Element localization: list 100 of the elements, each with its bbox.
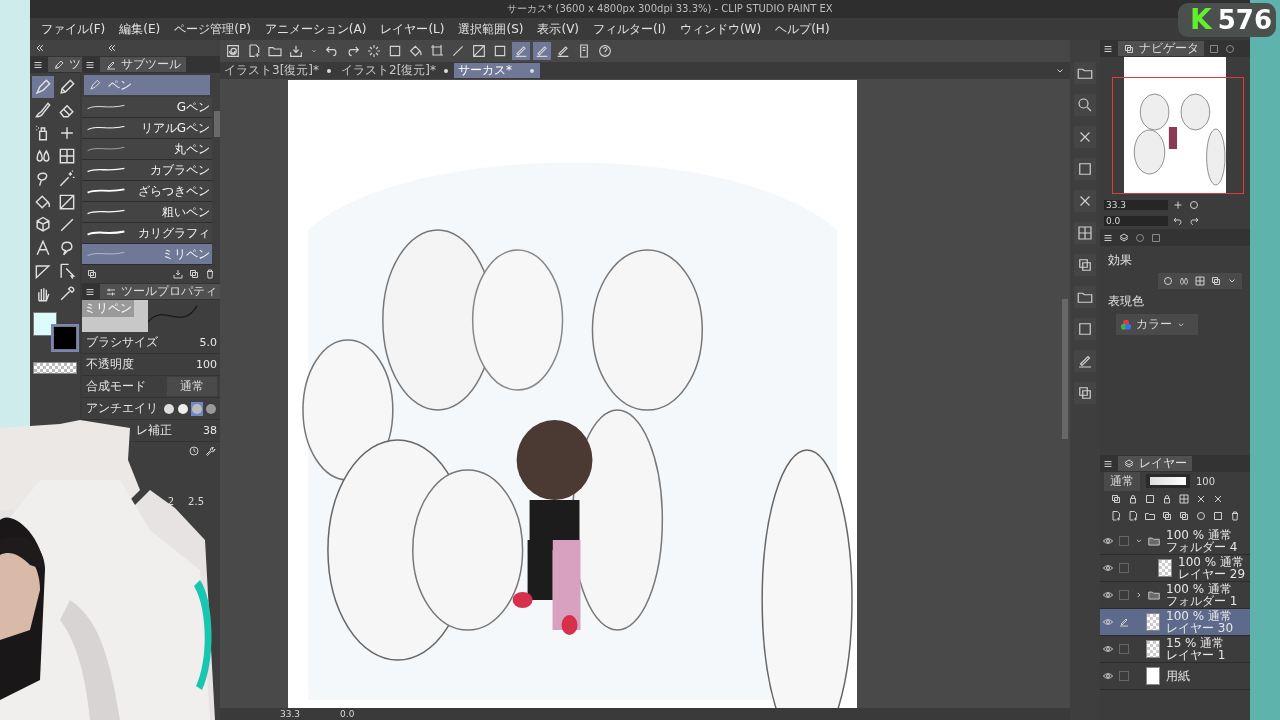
property-label: 合成モード	[86, 378, 146, 395]
checkbox[interactable]	[1119, 536, 1129, 546]
layer-row[interactable]: 用紙	[1100, 663, 1250, 690]
angle-field[interactable]: 0.0	[1104, 216, 1168, 226]
angle-value[interactable]: 0.0	[340, 709, 355, 719]
brush-item[interactable]: カリグラフィ	[82, 223, 212, 244]
new-layer-icon[interactable]	[1110, 509, 1122, 522]
antialias-option[interactable]	[191, 401, 203, 416]
size-preset[interactable]: 2.5	[188, 496, 204, 507]
copy-icon[interactable]	[188, 268, 200, 280]
wrench-icon[interactable]	[204, 445, 216, 457]
grid-icon[interactable]	[1178, 492, 1190, 505]
square-icon[interactable]	[1150, 231, 1162, 244]
document-tab[interactable]: サーカス*	[454, 63, 540, 78]
rotate-icon[interactable]	[1172, 215, 1184, 227]
opacity-slider[interactable]	[1146, 474, 1190, 488]
layer-mode: 100 % 通常	[1166, 610, 1233, 622]
copy-icon	[1123, 42, 1135, 55]
layer-thumbnail	[1146, 613, 1160, 631]
rotate-icon[interactable]	[1188, 215, 1200, 227]
menu-item[interactable]: フィルター(I)	[586, 20, 673, 38]
copy-icon[interactable]	[1178, 509, 1190, 522]
menu-item[interactable]: ヘルプ(H)	[768, 20, 837, 38]
layers-icon[interactable]	[1118, 231, 1130, 244]
eye-icon[interactable]	[1102, 616, 1114, 628]
eye-icon[interactable]	[1102, 562, 1114, 574]
transparent-swatch[interactable]	[33, 362, 77, 374]
effect-buttons[interactable]	[1158, 273, 1242, 289]
menu-item[interactable]: 編集(E)	[112, 20, 168, 38]
app-icon[interactable]	[224, 42, 242, 60]
scrollbar[interactable]	[214, 111, 220, 137]
checkbox[interactable]	[1119, 590, 1129, 600]
eye-icon[interactable]	[1102, 670, 1114, 682]
checkbox[interactable]	[1119, 563, 1129, 573]
layer-row[interactable]: 100 % 通常 レイヤー 30	[1100, 609, 1250, 636]
panel-tab[interactable]: ナビゲータ	[1118, 41, 1204, 56]
square-icon[interactable]	[1208, 42, 1220, 55]
pen-icon[interactable]	[512, 42, 530, 60]
color-mode-dropdown[interactable]: カラー	[1116, 314, 1198, 335]
opacity-field[interactable]: 100	[1196, 475, 1216, 487]
pen-icon	[88, 78, 102, 92]
eye-icon[interactable]	[1102, 535, 1114, 547]
view-frame[interactable]	[1112, 77, 1244, 194]
copy-icon[interactable]	[1110, 492, 1122, 505]
color-swatch[interactable]	[53, 326, 77, 350]
brush-item[interactable]: カブラペン	[82, 160, 212, 181]
panel-tab[interactable]: サブツール	[100, 57, 186, 72]
number-field[interactable]: 5.0	[199, 336, 217, 349]
spinner-icon[interactable]	[365, 42, 383, 60]
new-layer-icon[interactable]	[1127, 509, 1139, 522]
clock-icon[interactable]	[188, 445, 200, 457]
square-icon[interactable]	[1144, 492, 1156, 505]
copy-icon[interactable]	[1161, 509, 1173, 522]
zoom-in-icon[interactable]	[1172, 199, 1184, 211]
brush-item[interactable]: リアルGペン	[82, 118, 212, 139]
menu-item[interactable]: ウィンドウ(W)	[672, 20, 769, 38]
lock-icon[interactable]	[1161, 492, 1173, 505]
menu-item[interactable]: アニメーション(A)	[257, 20, 374, 38]
gradient-icon[interactable]	[470, 42, 488, 60]
menu-item[interactable]: 表示(V)	[530, 20, 587, 38]
brush-item[interactable]: 粗いペン	[82, 202, 212, 223]
menu-item[interactable]: 選択範囲(S)	[451, 20, 531, 38]
number-field[interactable]: 100	[196, 358, 217, 371]
trash-icon[interactable]	[1229, 509, 1241, 522]
document-tab[interactable]: イラスト3[復元]*	[220, 63, 337, 78]
trash-icon[interactable]	[204, 268, 216, 280]
layer-row[interactable]: 100 % 通常 フォルダー 4	[1100, 528, 1250, 555]
layers-icon	[1123, 457, 1135, 470]
checkbox[interactable]	[1119, 671, 1129, 681]
brush-item[interactable]: Gペン	[82, 97, 212, 118]
layer-row[interactable]: 100 % 通常 レイヤー 29	[1100, 555, 1250, 582]
layer-name: 用紙	[1166, 670, 1190, 682]
layer-name: レイヤー 1	[1166, 649, 1226, 661]
menu-item[interactable]: ファイル(F)	[34, 20, 113, 38]
zoom-value[interactable]: 33.3	[280, 709, 301, 719]
lock-icon[interactable]	[1127, 492, 1139, 505]
layer-name: フォルダー 1	[1166, 595, 1238, 607]
layer-row[interactable]: 15 % 通常 レイヤー 1	[1100, 636, 1250, 663]
document-tab[interactable]: イラスト2[復元]*	[337, 63, 454, 78]
eye-icon[interactable]	[1102, 589, 1114, 601]
property-label: アンチエイリ	[86, 400, 158, 417]
brush-item[interactable]: ミリペン	[82, 244, 212, 265]
menu-item[interactable]: ページ管理(P)	[167, 20, 258, 38]
checkbox[interactable]	[1119, 644, 1129, 654]
copy-icon[interactable]	[86, 268, 98, 280]
zoom-field[interactable]: 33.3	[1104, 200, 1168, 210]
eye-icon[interactable]	[1102, 643, 1114, 655]
help-icon[interactable]	[596, 42, 614, 60]
blend-dropdown[interactable]: 通常	[167, 377, 217, 396]
square-icon[interactable]	[1212, 509, 1224, 522]
panel-tab[interactable]: ツールプロパティ	[100, 284, 222, 299]
panel-tab[interactable]: レイヤー	[1118, 456, 1192, 471]
subtool-group[interactable]: ペン	[84, 75, 210, 95]
scrollbar[interactable]	[1062, 299, 1068, 439]
pen-icon[interactable]	[533, 42, 551, 60]
brush-item[interactable]: 丸ペン	[82, 139, 212, 160]
download-icon[interactable]	[172, 268, 184, 280]
brush-item[interactable]: ざらつきペン	[82, 181, 212, 202]
number-field[interactable]: 38	[203, 424, 217, 437]
menu-item[interactable]: レイヤー(L)	[373, 20, 452, 38]
